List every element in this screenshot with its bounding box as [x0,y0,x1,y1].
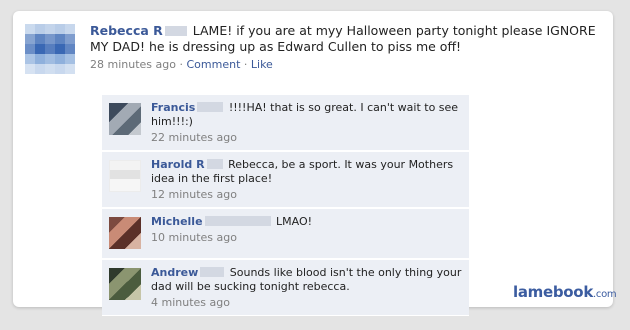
meta-separator: · [243,58,248,71]
comment-time: 12 minutes ago [151,188,237,201]
comment-text: LMAO! [276,215,313,228]
post-meta: 28 minutes ago · Comment · Like [90,58,600,72]
comments-list: Francis !!!!HA! that is so great. I can'… [102,95,469,317]
post-author[interactable]: Rebecca R [90,23,163,38]
redacted-surname [204,216,271,226]
watermark-brand: lamebook [513,283,593,301]
lamebook-watermark: lamebook.com [513,283,617,301]
comment-body: Michelle LMAO! 10 minutes ago [151,215,312,253]
comment-time: 22 minutes ago [151,131,237,144]
post-text: Rebecca R LAME! if you are at myy Hallow… [90,23,600,55]
comment-body: Francis !!!!HA! that is so great. I can'… [151,101,463,145]
avatar[interactable] [109,268,141,300]
meta-separator: · [179,58,183,71]
redacted-surname [206,159,223,169]
comment-item: Michelle LMAO! 10 minutes ago [102,209,469,259]
comment-body: Harold R Rebecca, be a sport. It was you… [151,158,463,202]
watermark-tld: .com [593,289,617,300]
comment-time: 10 minutes ago [151,231,237,244]
avatar[interactable] [25,24,75,74]
avatar[interactable] [109,217,141,249]
comment-time: 4 minutes ago [151,296,230,309]
comment-author[interactable]: Harold R [151,158,205,171]
comment-author[interactable]: Francis [151,101,195,114]
avatar[interactable] [109,160,141,192]
avatar[interactable] [109,103,141,135]
redacted-surname [164,26,187,36]
comment-item: Harold R Rebecca, be a sport. It was you… [102,152,469,208]
post: Rebecca R LAME! if you are at myy Hallow… [90,23,600,72]
comment-author[interactable]: Andrew [151,266,198,279]
post-time: 28 minutes ago [90,58,176,71]
comment-author[interactable]: Michelle [151,215,203,228]
comment-item: Andrew Sounds like blood isn't the only … [102,260,469,316]
comment-link[interactable]: Comment [186,58,240,71]
like-link[interactable]: Like [251,58,273,71]
post-card: Rebecca R LAME! if you are at myy Hallow… [13,11,617,316]
comment-item: Francis !!!!HA! that is so great. I can'… [102,95,469,151]
redacted-surname [197,102,224,112]
comment-body: Andrew Sounds like blood isn't the only … [151,266,463,310]
redacted-surname [200,267,225,277]
